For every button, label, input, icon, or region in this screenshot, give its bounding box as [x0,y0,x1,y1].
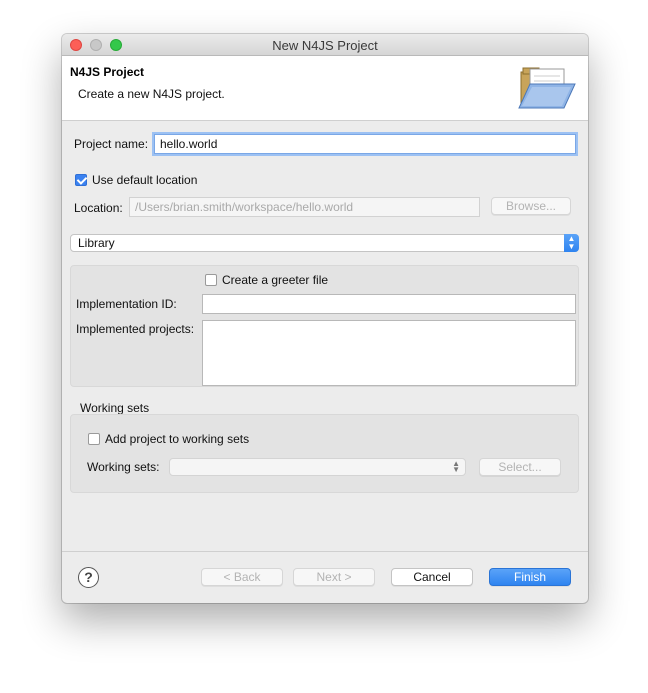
footer-divider [62,551,588,552]
location-input[interactable]: /Users/brian.smith/workspace/hello.world [129,197,480,217]
wizard-title: N4JS Project [70,65,145,79]
implemented-projects-list[interactable] [202,320,576,386]
location-label: Location: [74,201,123,215]
create-greeter-checkbox[interactable] [205,274,217,286]
wizard-banner: N4JS Project Create a new N4JS project. [62,56,588,121]
window-title: New N4JS Project [272,38,378,53]
finish-button[interactable]: Finish [489,568,571,586]
title-bar[interactable]: New N4JS Project [62,34,588,56]
project-name-label: Project name: [74,137,149,151]
project-type-select[interactable]: Library ▲ ▼ [70,234,579,252]
add-to-working-sets-label[interactable]: Add project to working sets [105,432,249,446]
use-default-location-label[interactable]: Use default location [92,173,197,187]
project-name-input[interactable]: hello.world [154,134,576,154]
add-to-working-sets-checkbox[interactable] [88,433,100,445]
select-working-sets-button[interactable]: Select... [479,458,561,476]
cancel-button[interactable]: Cancel [391,568,473,586]
help-icon[interactable]: ? [78,567,99,588]
dialog-window: New N4JS Project N4JS Project Create a n… [62,34,588,603]
use-default-location-checkbox[interactable] [75,174,87,186]
select-stepper-icon: ▲ ▼ [452,459,460,474]
project-type-value: Library [78,236,115,250]
implementation-id-input[interactable] [202,294,576,314]
library-options-group: Create a greeter file Implementation ID:… [70,265,579,387]
wizard-description: Create a new N4JS project. [78,87,225,101]
next-button[interactable]: Next > [293,568,375,586]
working-sets-select[interactable]: ▲ ▼ [169,458,466,476]
open-folder-icon [518,67,576,109]
create-greeter-label[interactable]: Create a greeter file [222,273,328,287]
working-sets-section-label: Working sets [80,401,150,415]
back-button[interactable]: < Back [201,568,283,586]
implementation-id-label: Implementation ID: [76,297,177,311]
working-sets-label: Working sets: [87,460,160,474]
implemented-projects-label: Implemented projects: [76,322,195,336]
working-sets-group: Add project to working sets Working sets… [70,414,579,493]
select-stepper-icon: ▲ ▼ [564,234,579,252]
browse-button[interactable]: Browse... [491,197,571,215]
